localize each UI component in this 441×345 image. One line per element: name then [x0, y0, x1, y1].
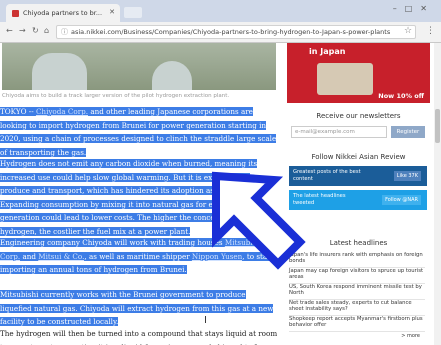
pointer-arrow-icon — [212, 171, 306, 270]
